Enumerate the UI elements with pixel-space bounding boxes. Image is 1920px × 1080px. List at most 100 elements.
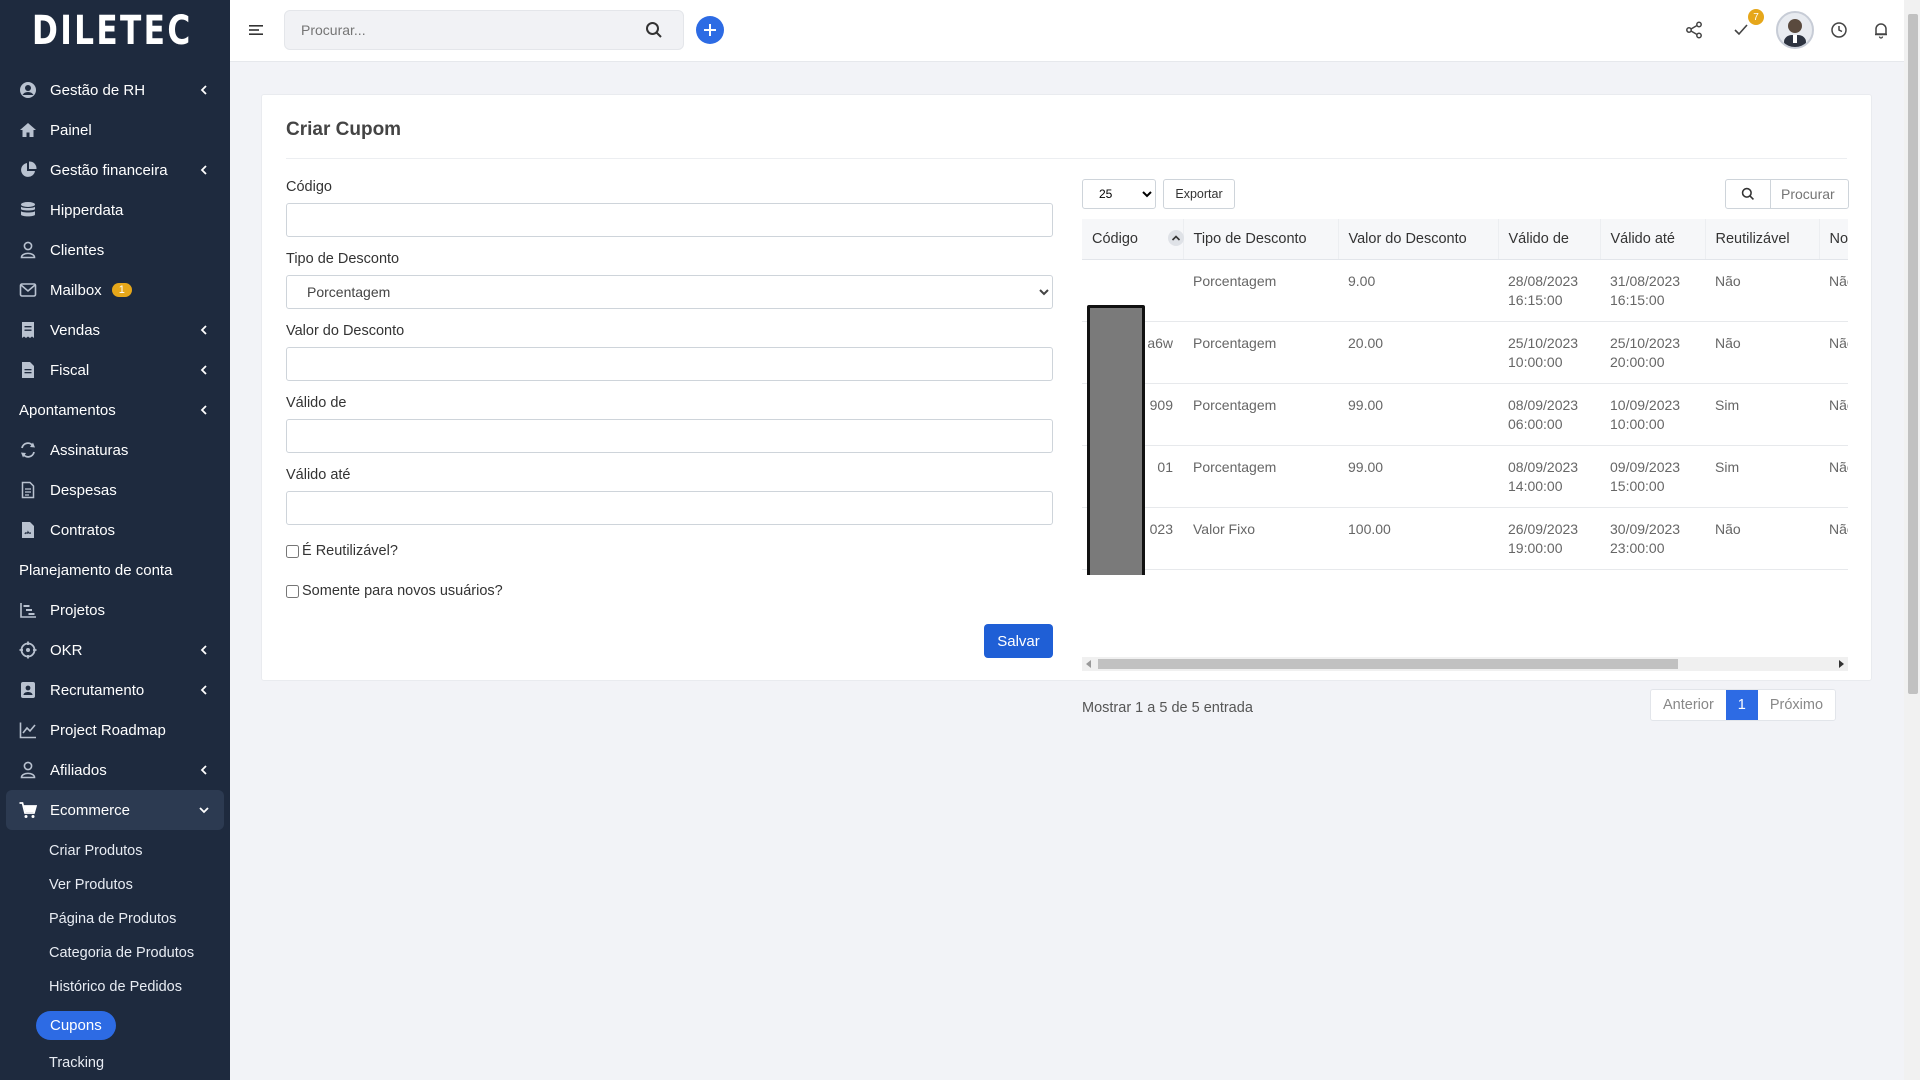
sidebar-item-planejamento-de-conta[interactable]: Planejamento de conta xyxy=(0,550,230,590)
codigo-input[interactable] xyxy=(286,203,1053,237)
sidebar-item-clientes[interactable]: Clientes xyxy=(0,230,230,270)
crosshair-icon xyxy=(18,640,38,660)
tipo-desconto-select[interactable]: Porcentagem xyxy=(286,275,1053,309)
sidebar-item-label: Projetos xyxy=(50,601,106,619)
sidebar-item-mailbox[interactable]: Mailbox 1 xyxy=(0,270,230,310)
sidebar-item-projetos[interactable]: Projetos xyxy=(0,590,230,630)
scrollbar-thumb[interactable] xyxy=(1098,659,1678,669)
page-vertical-scrollbar[interactable] xyxy=(1904,0,1920,1080)
table-cell: 10/09/2023 10:00:00 xyxy=(1600,383,1705,446)
table-cell: 25/10/2023 10:00:00 xyxy=(1498,321,1600,384)
valido-de-label: Válido de xyxy=(286,395,347,411)
export-button[interactable]: Exportar xyxy=(1163,179,1235,209)
active-submenu-pill[interactable]: Cupons xyxy=(36,1010,116,1040)
reutilizavel-checkbox[interactable] xyxy=(286,544,299,558)
table-cell: 25/10/2023 20:00:00 xyxy=(1600,321,1705,384)
table-cell: Porcentagem xyxy=(1183,383,1338,446)
submenu-item-cupons[interactable]: Cupons xyxy=(0,1004,230,1046)
submenu-item-tracking[interactable]: Tracking xyxy=(0,1046,230,1080)
table-cell: 9.00 xyxy=(1338,259,1498,322)
brand-logo[interactable]: DILETEC xyxy=(0,0,230,62)
table-cell: 99.00 xyxy=(1338,383,1498,446)
valido-de-input[interactable] xyxy=(286,419,1053,453)
column-header-tipo-de-desconto[interactable]: Tipo de Desconto xyxy=(1183,219,1339,260)
sidebar-item-okr[interactable]: OKR xyxy=(0,630,230,670)
valido-ate-input[interactable] xyxy=(286,491,1053,525)
table-cell: 26/09/2023 19:00:00 xyxy=(1498,507,1600,570)
sidebar-item-label: Despesas xyxy=(50,481,117,499)
chevron-down-icon xyxy=(199,807,209,814)
sidebar-item-afiliados[interactable]: Afiliados xyxy=(0,750,230,790)
table-cell: Não xyxy=(1705,507,1819,570)
global-search-input[interactable] xyxy=(285,11,625,49)
menu-toggle-icon[interactable] xyxy=(248,22,264,38)
pagination-prev[interactable]: Anterior xyxy=(1651,690,1726,720)
sidebar-item-project-roadmap[interactable]: Project Roadmap xyxy=(0,710,230,750)
table-row[interactable]: a6w Porcentagem 20.00 25/10/2023 10:00:00 25… xyxy=(1082,321,1848,384)
column-header-valido-de[interactable]: Válido de xyxy=(1498,219,1601,260)
sidebar-item-label: Painel xyxy=(50,121,92,139)
sidebar-item-contratos[interactable]: Contratos xyxy=(0,510,230,550)
contract-icon xyxy=(18,520,38,540)
user-avatar[interactable] xyxy=(1776,11,1814,49)
page-length-select[interactable]: 25 xyxy=(1082,179,1156,209)
submenu-item-categoria-de-produtos[interactable]: Categoria de Produtos xyxy=(0,936,230,970)
column-header-novos[interactable]: Novos xyxy=(1819,219,1848,260)
share-icon[interactable] xyxy=(1683,19,1705,41)
table-row[interactable]: 023 Valor Fixo 100.00 26/09/2023 19:00:00 30… xyxy=(1082,507,1848,570)
column-header-valor-do-desconto[interactable]: Valor do Desconto xyxy=(1338,219,1499,260)
column-header-reutilizavel[interactable]: Reutilizável xyxy=(1705,219,1820,260)
sidebar-item-despesas[interactable]: Despesas xyxy=(0,470,230,510)
codigo-label: Código xyxy=(286,179,332,195)
submenu-item-ver-produtos[interactable]: Ver Produtos xyxy=(0,868,230,902)
table-search-icon[interactable] xyxy=(1725,179,1771,209)
sidebar-item-hipperdata[interactable]: Hipperdata xyxy=(0,190,230,230)
table-row[interactable]: Porcentagem 9.00 28/08/2023 16:15:00 31/08/… xyxy=(1082,259,1848,322)
novos-usuarios-checkbox[interactable] xyxy=(286,584,299,598)
table-cell: Não xyxy=(1819,321,1848,384)
search-icon[interactable] xyxy=(645,21,663,39)
tasks-check-icon[interactable]: 7 xyxy=(1730,9,1764,41)
table-cell: Não xyxy=(1819,507,1848,570)
column-header-codigo[interactable]: Código xyxy=(1082,219,1184,260)
topbar: 7 xyxy=(230,0,1904,62)
table-row[interactable]: 909 Porcentagem 99.00 08/09/2023 06:00:00 10… xyxy=(1082,383,1848,446)
sidebar-item-apontamentos[interactable]: Apontamentos xyxy=(0,390,230,430)
chevron-left-icon xyxy=(200,765,207,775)
document-icon xyxy=(18,360,38,380)
sidebar-item-fiscal[interactable]: Fiscal xyxy=(0,350,230,390)
sidebar-item-label: Apontamentos xyxy=(19,401,116,419)
sidebar-item-gestao-de-rh[interactable]: Gestão de RH xyxy=(0,70,230,110)
home-icon xyxy=(18,120,38,140)
scroll-right-icon[interactable] xyxy=(1837,660,1845,668)
history-clock-icon[interactable] xyxy=(1828,19,1850,41)
table-cell: 20.00 xyxy=(1338,321,1498,384)
scroll-left-icon[interactable] xyxy=(1085,660,1093,668)
valor-desconto-input[interactable] xyxy=(286,347,1053,381)
pagination-next[interactable]: Próximo xyxy=(1757,690,1836,720)
submenu-item-historico-de-pedidos[interactable]: Histórico de Pedidos xyxy=(0,970,230,1004)
submenu-item-criar-produtos[interactable]: Criar Produtos xyxy=(0,834,230,868)
sidebar-item-vendas[interactable]: Vendas xyxy=(0,310,230,350)
sort-ascending-icon[interactable] xyxy=(1167,229,1184,246)
sidebar-item-assinaturas[interactable]: Assinaturas xyxy=(0,430,230,470)
table-horizontal-scrollbar[interactable] xyxy=(1082,657,1848,671)
notifications-bell-icon[interactable] xyxy=(1870,19,1892,41)
sidebar-item-label: Mailbox xyxy=(50,281,102,299)
table-row[interactable]: 01 Porcentagem 99.00 08/09/2023 14:00:00 09/… xyxy=(1082,445,1848,508)
column-header-valido-ate[interactable]: Válido até xyxy=(1600,219,1706,260)
sidebar-item-label: Gestão financeira xyxy=(50,161,168,179)
chevron-left-icon xyxy=(200,325,207,335)
cart-icon xyxy=(18,800,38,820)
page-scrollbar-thumb[interactable] xyxy=(1908,14,1918,694)
submenu-item-pagina-de-produtos[interactable]: Página de Produtos xyxy=(0,902,230,936)
divider xyxy=(286,158,1847,159)
pagination-current[interactable]: 1 xyxy=(1725,690,1758,720)
sidebar-item-recrutamento[interactable]: Recrutamento xyxy=(0,670,230,710)
sidebar-item-painel[interactable]: Painel xyxy=(0,110,230,150)
quick-add-button[interactable] xyxy=(696,16,724,44)
save-button[interactable]: Salvar xyxy=(984,624,1053,658)
sidebar-item-ecommerce[interactable]: Ecommerce xyxy=(6,790,224,830)
sidebar-item-gestao-financeira[interactable]: Gestão financeira xyxy=(0,150,230,190)
table-search-input[interactable] xyxy=(1770,179,1849,209)
